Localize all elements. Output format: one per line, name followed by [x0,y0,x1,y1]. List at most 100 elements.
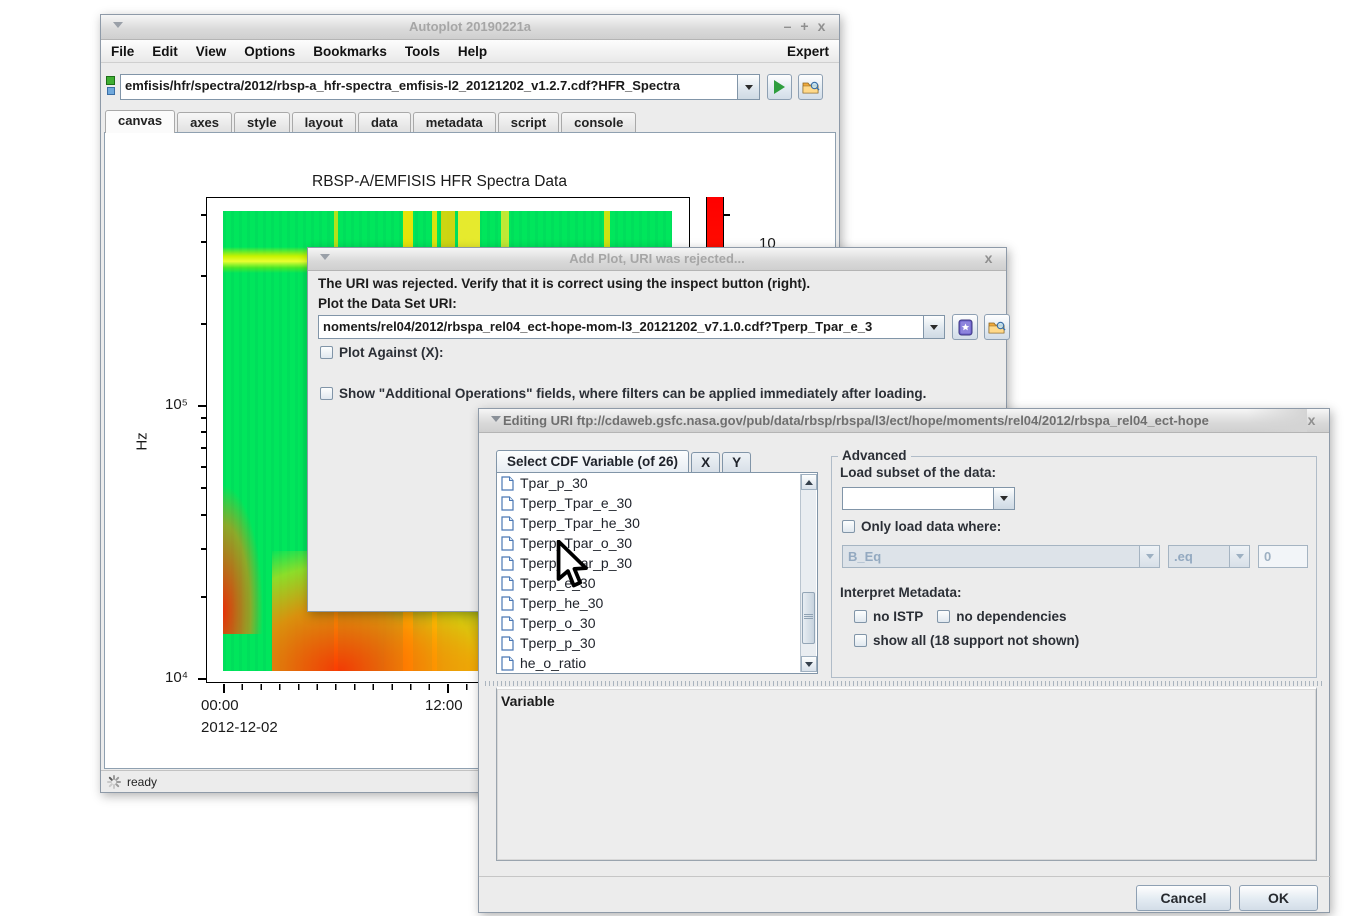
no-dependencies-label: no dependencies [956,609,1066,624]
dataset-uri-dropdown[interactable] [924,315,945,339]
cdf-variable-list[interactable]: Tpar_p_30 Tperp_Tpar_e_30 Tperp_Tpar_he_… [496,472,818,674]
arrow-down-icon [805,662,813,667]
where-op-combo[interactable]: .eq [1168,545,1250,568]
x-axis-date: 2012-12-02 [201,719,278,736]
variable-metadata-panel: Variable [496,687,1317,861]
plot-go-button[interactable] [767,74,792,100]
main-window-title: Autoplot 20190221a [101,19,839,34]
tab-select-cdf-variable[interactable]: Select CDF Variable (of 26) [496,450,689,472]
menu-file[interactable]: File [111,44,134,59]
show-all-checkbox[interactable] [854,634,867,647]
add-plot-titlebar[interactable]: Add Plot, URI was rejected... x [308,248,1006,271]
scroll-down-button[interactable] [801,656,817,672]
chevron-down-icon [1000,496,1008,501]
split-divider[interactable] [485,681,1325,686]
chevron-down-icon [930,325,938,330]
close-button[interactable]: x [814,18,831,34]
plot-title: RBSP-A/EMFISIS HFR Spectra Data [312,173,567,191]
view-tabbar: canvas axes style layout data metadata s… [105,111,638,133]
ok-button[interactable]: OK [1239,885,1318,911]
file-icon [501,516,514,531]
inspect-uri-button[interactable] [798,74,823,100]
expert-label[interactable]: Expert [787,44,829,59]
list-item[interactable]: Tperp_Tpar_he_30 [497,513,817,533]
tab-layout[interactable]: layout [292,112,356,133]
show-additional-label: Show "Additional Operations" fields, whe… [339,386,926,401]
play-icon [774,80,785,94]
plot-against-checkbox[interactable] [320,346,333,359]
scrollbar-thumb[interactable] [802,592,815,644]
cancel-button[interactable]: Cancel [1136,885,1231,911]
folder-magnifier-icon [988,320,1006,335]
list-item[interactable]: Tperp_Tpar_e_30 [497,493,817,513]
ytick-1e4: 10⁴ [165,669,188,686]
tab-style[interactable]: style [234,112,290,133]
list-item[interactable]: Tperp_e_30 [497,573,817,593]
inspect-uri-button[interactable] [984,314,1010,340]
menu-bookmarks[interactable]: Bookmarks [313,44,387,59]
scroll-up-button[interactable] [801,474,817,490]
close-button[interactable]: x [1304,412,1321,428]
add-plot-title: Add Plot, URI was rejected... [308,251,1006,266]
no-dependencies-checkbox[interactable] [937,610,950,623]
folder-magnifier-icon [802,80,820,95]
variable-label: Tperp_Tpar_e_30 [520,495,632,511]
uri-field-label: Plot the Data Set URI: [318,296,457,311]
variable-panel-label: Variable [501,693,555,709]
y-axis-title: Hz [134,432,151,450]
close-button[interactable]: x [981,250,998,266]
xtick-1200: 12:00 [425,697,463,714]
where-field-combo[interactable]: B_Eq [842,545,1160,568]
editing-uri-titlebar[interactable]: Editing URI ftp://cdaweb.gsfc.nasa.gov/p… [479,409,1329,433]
minimize-button[interactable]: – [780,18,797,34]
menu-options[interactable]: Options [244,44,295,59]
list-item[interactable]: Tperp_o_30 [497,613,817,633]
list-item[interactable]: he_o_ratio [497,653,817,673]
tab-y[interactable]: Y [722,452,751,472]
uri-dropdown-button[interactable] [738,74,760,100]
variable-label: Tpar_p_30 [520,475,588,491]
tab-x[interactable]: X [691,452,720,472]
list-item[interactable]: Tpar_p_30 [497,473,817,493]
show-additional-checkbox[interactable] [320,387,333,400]
menu-view[interactable]: View [196,44,227,59]
list-item[interactable]: Tperp_he_30 [497,593,817,613]
variable-label: Tperp_p_30 [520,635,596,651]
main-titlebar[interactable]: Autoplot 20190221a –+x [101,15,839,40]
bookmark-button[interactable] [952,314,978,340]
chevron-down-icon [1139,546,1159,567]
list-item[interactable]: Tperp_p_30 [497,633,817,653]
where-field-value: B_Eq [843,546,1139,567]
where-value-field[interactable]: 0 [1258,545,1308,568]
list-scrollbar[interactable] [800,474,816,672]
where-op-value: .eq [1169,546,1229,567]
editing-uri-dialog: Editing URI ftp://cdaweb.gsfc.nasa.gov/p… [478,408,1330,913]
file-icon [501,536,514,551]
status-text: ready [127,775,157,789]
tab-script[interactable]: script [498,112,559,133]
tab-data[interactable]: data [358,112,411,133]
interpret-metadata-label: Interpret Metadata: [840,585,962,600]
uri-input[interactable]: emfisis/hfr/spectra/2012/rbsp-a_hfr-spec… [120,74,738,100]
menu-tools[interactable]: Tools [405,44,440,59]
subset-combo-input[interactable] [842,487,994,510]
tab-canvas[interactable]: canvas [105,110,175,133]
chevron-down-icon [745,85,753,90]
tab-axes[interactable]: axes [177,112,232,133]
menu-bar: File Edit View Options Bookmarks Tools H… [101,40,839,63]
menu-help[interactable]: Help [458,44,487,59]
maximize-button[interactable]: + [797,18,814,34]
no-istp-checkbox[interactable] [854,610,867,623]
list-item[interactable]: Tperp_Tpar_o_30 [497,533,817,553]
dataset-uri-input[interactable]: noments/rel04/2012/rbspa_rel04_ect-hope-… [318,315,924,339]
tab-console[interactable]: console [561,112,636,133]
file-icon [501,616,514,631]
uri-toolbar: emfisis/hfr/spectra/2012/rbsp-a_hfr-spec… [101,63,839,111]
only-load-checkbox[interactable] [842,520,855,533]
file-icon [501,556,514,571]
menu-edit[interactable]: Edit [152,44,178,59]
subset-combo-dropdown[interactable] [994,487,1015,510]
list-item[interactable]: Tperp_Tpar_p_30 [497,553,817,573]
tab-metadata[interactable]: metadata [413,112,496,133]
busy-spinner-icon [107,775,121,789]
